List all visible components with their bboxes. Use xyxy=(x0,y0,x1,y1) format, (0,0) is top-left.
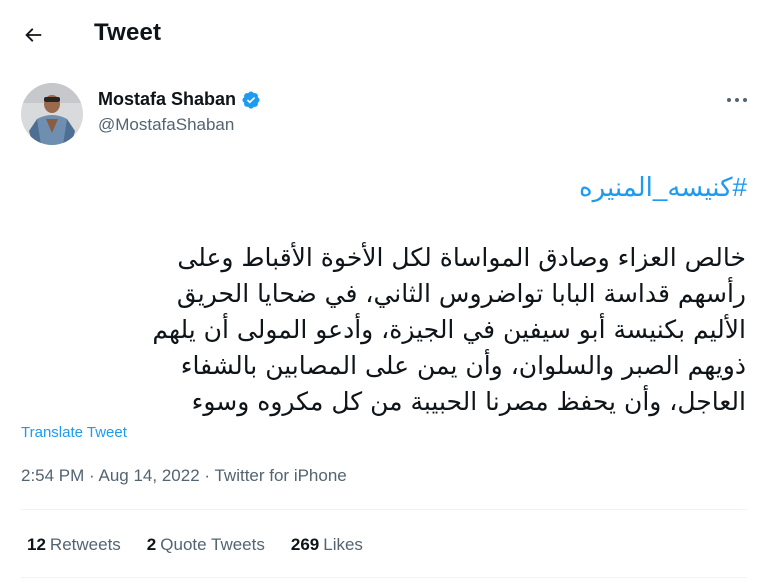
quote-tweets-label: Quote Tweets xyxy=(160,535,265,554)
retweets-label: Retweets xyxy=(49,535,121,554)
tweet-text-line: خالص العزاء وصادق المواساة لكل الأخوة ال… xyxy=(177,243,746,272)
likes-label: Likes xyxy=(323,535,363,554)
meta-separator: · xyxy=(204,466,215,485)
tweet-text-line: العاجل، وأن يحفظ مصرنا الحبيبة من كل مكر… xyxy=(191,387,746,416)
meta-separator: · xyxy=(89,466,99,485)
more-options-button[interactable] xyxy=(723,90,751,110)
verified-badge-icon xyxy=(241,90,261,110)
tweet-text-line: ذويهم الصبر والسلوان، وأن يمن على المصاب… xyxy=(180,351,746,380)
tweet-date[interactable]: Aug 14, 2022 xyxy=(99,466,200,485)
quote-tweets-stat[interactable]: 2 Quote Tweets xyxy=(147,535,265,555)
author-name[interactable]: Mostafa Shaban xyxy=(98,89,261,110)
quote-tweets-count: 2 xyxy=(146,535,157,554)
hashtag-link[interactable]: #كنيسه_المنيره xyxy=(579,172,747,203)
tweet-text: خالص العزاء وصادق المواساة لكل الأخوة ال… xyxy=(18,240,746,420)
tweet-meta: 2:54 PM · Aug 14, 2022 · Twitter for iPh… xyxy=(21,466,347,486)
likes-count: 269 xyxy=(290,535,320,554)
avatar-image xyxy=(21,83,83,145)
tweet-header: Tweet xyxy=(0,0,768,66)
arrow-left-icon xyxy=(25,28,42,42)
tweet-source[interactable]: Twitter for iPhone xyxy=(214,466,346,485)
translate-tweet-link[interactable]: Translate Tweet xyxy=(21,424,127,441)
author-name-text: Mostafa Shaban xyxy=(98,89,237,109)
more-horizontal-icon xyxy=(727,98,747,102)
tweet-text-line: الأليم بكنيسة أبو سيفين في الجيزة، وأدعو… xyxy=(152,315,746,344)
divider xyxy=(21,509,747,510)
back-button[interactable] xyxy=(18,20,48,50)
likes-stat[interactable]: 269 Likes xyxy=(291,535,363,555)
retweets-count: 12 xyxy=(27,535,46,554)
avatar[interactable] xyxy=(21,83,83,145)
divider xyxy=(21,577,747,578)
tweet-stats: 12 Retweets 2 Quote Tweets 269 Likes xyxy=(27,535,389,555)
page-title: Tweet xyxy=(94,19,162,46)
tweet-time[interactable]: 2:54 PM xyxy=(21,466,84,485)
author-handle[interactable]: @MostafaShaban xyxy=(98,115,234,135)
retweets-stat[interactable]: 12 Retweets xyxy=(27,535,121,555)
tweet-text-line: رأسهم قداسة البابا تواضروس الثاني، في ضح… xyxy=(176,279,746,308)
